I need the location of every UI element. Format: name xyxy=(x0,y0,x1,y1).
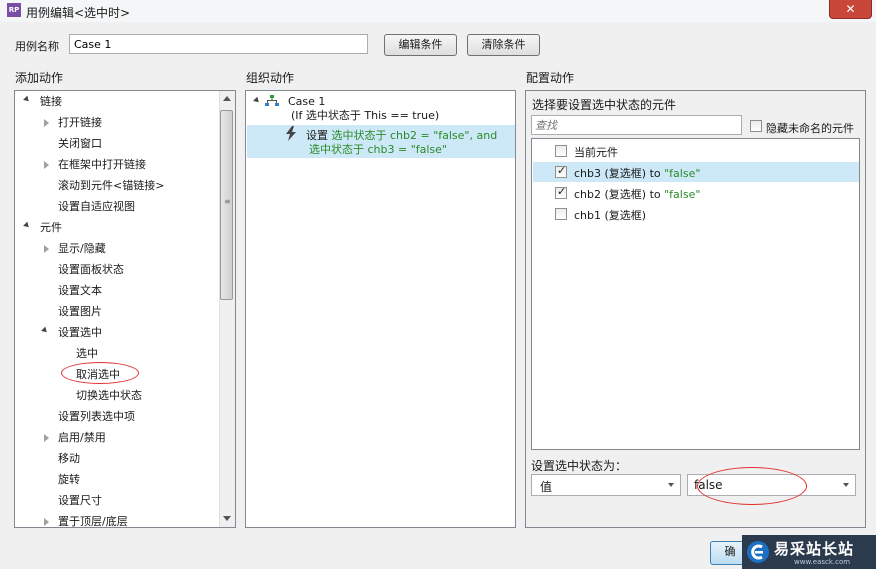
case-name-input[interactable] xyxy=(69,34,368,54)
set-state-label: 设置选中状态为： xyxy=(531,459,628,473)
tree-item-set-selected[interactable]: 设置选中 xyxy=(58,325,102,341)
expand-enable-disable-icon[interactable] xyxy=(44,434,49,442)
tree-item-toggle-selected[interactable]: 切换选中状态 xyxy=(76,388,142,404)
chb1-label: chb1 (复选框) xyxy=(574,209,647,222)
add-action-heading: 添加动作 xyxy=(15,71,64,85)
action-line-2: 选中状态于 chb3 = "false" xyxy=(309,143,447,156)
watermark-e-icon xyxy=(747,541,769,563)
title-bar: RP 用例编辑<选中时> ✕ xyxy=(0,0,876,22)
expand-open-link-icon[interactable] xyxy=(44,119,49,127)
scroll-up-icon[interactable] xyxy=(223,96,231,101)
annotation-ellipse-unselect xyxy=(61,362,139,384)
tree-item-bring-front[interactable]: 置于顶层/底层 xyxy=(58,514,128,530)
close-button[interactable]: ✕ xyxy=(829,0,872,19)
chb2-label: chb2 (复选框) to "false" xyxy=(574,186,700,202)
chb3-name: chb3 (复选框) to xyxy=(574,167,661,180)
chb3-checkbox[interactable] xyxy=(555,164,567,178)
expand-bring-front-icon[interactable] xyxy=(44,518,49,526)
select-widgets-label: 选择要设置选中状态的元件 xyxy=(532,98,677,112)
annotation-ellipse-false xyxy=(697,467,807,505)
state-mode-value: 值 xyxy=(540,480,553,494)
action-target-1: 选中状态于 chb2 = "false", and xyxy=(331,129,498,142)
current-widget-label: 当前元件 xyxy=(574,146,618,159)
tree-item-panel-state[interactable]: 设置面板状态 xyxy=(58,262,124,278)
tree-item-scroll-to-anchor[interactable]: 滚动到元件<锚链接> xyxy=(58,178,164,194)
tree-item-move[interactable]: 移动 xyxy=(58,451,80,467)
watermark-url: www.easck.com xyxy=(794,558,851,566)
case-node-icon xyxy=(265,95,279,106)
scroll-down-icon[interactable] xyxy=(223,516,231,521)
chb1-checkbox[interactable] xyxy=(555,208,567,220)
watermark-logo: 易采站长站 www.easck.com xyxy=(742,535,876,569)
chb2-checkbox[interactable] xyxy=(555,185,567,199)
tree-item-rotate[interactable]: 旋转 xyxy=(58,472,80,488)
tree-item-close-window[interactable]: 关闭窗口 xyxy=(58,136,102,152)
state-mode-select[interactable]: 值 xyxy=(531,474,681,496)
scroll-grip-icon: ≡ xyxy=(224,197,231,206)
add-action-panel xyxy=(14,90,236,528)
hide-unnamed-label: 隐藏未命名的元件 xyxy=(766,122,854,135)
tree-item-open-link[interactable]: 打开链接 xyxy=(58,115,102,131)
widget-list xyxy=(531,138,860,450)
expand-frame-link-icon[interactable] xyxy=(44,161,49,169)
value-dropdown-icon xyxy=(843,483,849,487)
mode-dropdown-icon xyxy=(668,483,674,487)
chb2-name: chb2 (复选框) to xyxy=(574,188,661,201)
expand-show-hide-icon[interactable] xyxy=(44,245,49,253)
current-widget-checkbox[interactable] xyxy=(555,145,567,157)
watermark-brand: 易采站长站 xyxy=(774,540,855,558)
tree-item-set-text[interactable]: 设置文本 xyxy=(58,283,102,299)
tree-item-show-hide[interactable]: 显示/隐藏 xyxy=(58,241,106,257)
tree-group-link[interactable]: 链接 xyxy=(40,94,62,110)
tree-item-adaptive-view[interactable]: 设置自适应视图 xyxy=(58,199,135,215)
clear-condition-button[interactable]: 清除条件 xyxy=(467,34,540,56)
case-name-label: 用例名称 xyxy=(15,40,59,53)
edit-condition-button[interactable]: 编辑条件 xyxy=(384,34,457,56)
tree-item-enable-disable[interactable]: 启用/禁用 xyxy=(58,430,106,446)
organize-action-heading: 组织动作 xyxy=(246,71,295,85)
tree-item-open-in-frame[interactable]: 在框架中打开链接 xyxy=(58,157,146,173)
tree-group-widget[interactable]: 元件 xyxy=(40,220,62,236)
chb3-label: chb3 (复选框) to "false" xyxy=(574,165,700,181)
tree-item-set-image[interactable]: 设置图片 xyxy=(58,304,102,320)
case-condition: (If 选中状态于 This == true) xyxy=(291,109,440,122)
widget-search-input[interactable] xyxy=(531,115,742,135)
action-prefix: 设置 xyxy=(306,129,328,142)
tree-item-list-selected[interactable]: 设置列表选中项 xyxy=(58,409,135,425)
tree-item-set-size[interactable]: 设置尺寸 xyxy=(58,493,102,509)
chb2-value: "false" xyxy=(664,188,701,201)
tree-item-select[interactable]: 选中 xyxy=(76,346,98,362)
chb3-value: "false" xyxy=(664,167,701,180)
configure-action-heading: 配置动作 xyxy=(526,71,575,85)
app-icon: RP xyxy=(7,3,21,17)
lightning-icon xyxy=(286,126,296,141)
hide-unnamed-checkbox[interactable] xyxy=(750,120,762,132)
window-title: 用例编辑<选中时> xyxy=(26,6,131,20)
